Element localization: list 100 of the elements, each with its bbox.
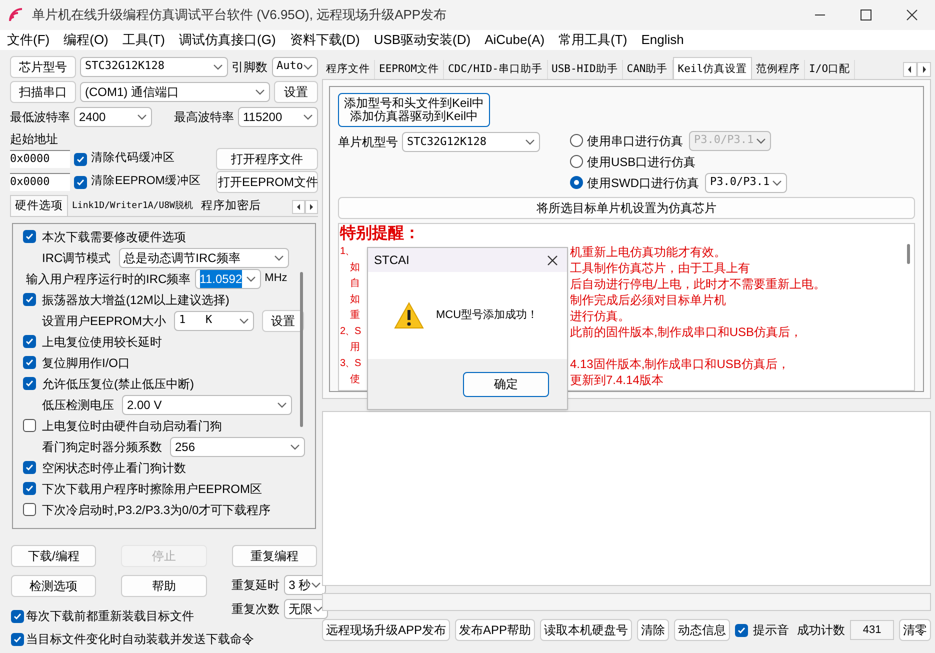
menu-item[interactable]: 文件(F)	[7, 30, 50, 50]
notice-text: 1、	[340, 245, 355, 259]
notice-text: 用	[350, 341, 360, 355]
button[interactable]: 动态信息	[674, 619, 730, 641]
tab[interactable]: USB-HID助手	[548, 60, 623, 79]
chevron-down-icon	[277, 402, 287, 408]
dropdown[interactable]: 256	[170, 436, 305, 456]
checkbox[interactable]	[11, 632, 24, 646]
checkbox[interactable]	[74, 176, 87, 188]
dropdown[interactable]: 1 K	[174, 310, 254, 330]
button[interactable]: 重复编程	[232, 545, 317, 567]
menu-item[interactable]: 常用工具(T)	[558, 30, 628, 50]
option-label: 本次下载需要修改硬件选项	[42, 228, 186, 246]
radio-button[interactable]	[570, 155, 583, 168]
option-label: 允许低压复位(禁止低压中断)	[42, 376, 194, 392]
notice-title: 特别提醒：	[340, 224, 420, 244]
menu-item[interactable]: 工具(T)	[122, 30, 165, 50]
chevron-down-icon	[239, 318, 250, 324]
scrollbar-thumb[interactable]	[907, 244, 910, 264]
dropdown[interactable]: 无限	[284, 599, 328, 619]
notice-text: 后自动进行停电/上电，此时才不需要重新上电。	[570, 276, 826, 292]
address-field[interactable]: 0x0000	[10, 150, 70, 168]
checkmark-icon	[25, 484, 34, 493]
tab[interactable]: Keil仿真设置	[672, 57, 752, 79]
scroll-left-icon[interactable]	[292, 200, 305, 214]
menu-item[interactable]: English	[641, 30, 684, 50]
dropdown[interactable]: (COM1) 通信端口	[80, 82, 270, 102]
button[interactable]: 清除	[637, 619, 670, 641]
maximize-icon[interactable]	[860, 9, 872, 21]
close-icon[interactable]	[906, 9, 918, 21]
set-emulator-chip-button[interactable]: 将所选目标单片机设置为仿真芯片	[338, 197, 915, 219]
button[interactable]: 检测选项	[11, 575, 96, 597]
checkbox[interactable]	[23, 503, 36, 516]
dropdown[interactable]: 11.0592	[194, 268, 261, 288]
dropdown[interactable]: P3.0/P3.1	[705, 172, 787, 192]
scrollbar-thumb[interactable]	[300, 272, 303, 427]
notice-text: 3、S	[340, 357, 361, 371]
button[interactable]: 发布APP帮助	[455, 619, 536, 641]
dropdown[interactable]: 总是动态调节IRC频率	[118, 248, 289, 268]
dropdown[interactable]: STC32G12K128	[402, 132, 540, 152]
button[interactable]: 扫描串口	[10, 80, 76, 102]
scroll-right-icon[interactable]	[917, 62, 931, 77]
checkmark-icon	[25, 463, 34, 472]
option-label: 下次冷启动时,P3.2/P3.3为0/0才可下载程序	[42, 502, 271, 518]
checkbox[interactable]	[23, 461, 36, 474]
button[interactable]: 远程现场升级APP发布	[322, 619, 450, 641]
button[interactable]: 打开EEPROM文件	[216, 171, 318, 193]
tab[interactable]: 硬件选项	[10, 195, 68, 216]
checkbox[interactable]	[735, 624, 748, 636]
label: 使用串口进行仿真	[587, 132, 683, 150]
scroll-right-icon[interactable]	[305, 200, 318, 214]
address-field[interactable]: 0x0000	[10, 173, 70, 191]
checkmark-icon	[25, 337, 34, 346]
checkbox[interactable]	[23, 335, 36, 348]
radio-button[interactable]	[570, 176, 583, 189]
chevron-down-icon	[310, 582, 321, 588]
menu-item[interactable]: 调试仿真接口(G)	[179, 30, 276, 50]
scroll-left-icon[interactable]	[903, 62, 917, 77]
dropdown[interactable]: 3 秒	[284, 575, 326, 595]
notice-text: 工具制作仿真芯片，由于工具上有	[570, 260, 750, 276]
button[interactable]: 设置	[274, 80, 318, 102]
menu-item[interactable]: AiCube(A)	[484, 30, 545, 50]
chevron-down-icon	[312, 606, 323, 612]
ok-button[interactable]: 确定	[463, 372, 549, 396]
menu-item[interactable]: USB驱动安装(D)	[374, 30, 471, 50]
button[interactable]: 清零	[899, 619, 931, 641]
chevron-down-icon	[212, 64, 222, 70]
dropdown[interactable]: 115200	[238, 106, 318, 126]
add-to-keil-button[interactable]: 添加型号和头文件到Keil中 添加仿真器驱动到Keil中	[338, 93, 490, 127]
chevron-down-icon	[274, 254, 284, 260]
dropdown[interactable]: 2.00 V	[122, 394, 292, 414]
chevron-down-icon	[756, 138, 766, 144]
button[interactable]: 帮助	[121, 575, 207, 597]
checkbox[interactable]	[23, 377, 36, 390]
menu-item[interactable]: 资料下载(D)	[290, 30, 360, 50]
checkbox[interactable]	[23, 356, 36, 369]
checkbox[interactable]	[11, 610, 24, 622]
dropdown[interactable]: Auto	[272, 56, 318, 76]
window-title: 单片机在线升级编程仿真调试平台软件 (V6.95O), 远程现场升级APP发布	[32, 6, 447, 24]
label: 当目标文件变化时自动装载并发送下载命令	[26, 631, 254, 648]
button[interactable]: 打开程序文件	[216, 148, 318, 170]
button[interactable]: 下载/编程	[11, 545, 96, 567]
label: 使用SWD口进行仿真	[587, 174, 699, 192]
button[interactable]: 读取本机硬盘号	[540, 619, 632, 641]
checkbox[interactable]	[23, 293, 36, 306]
button[interactable]: 设置	[262, 310, 304, 332]
checkbox[interactable]	[23, 230, 36, 243]
checkbox[interactable]	[23, 482, 36, 495]
chevron-down-icon	[303, 114, 313, 120]
checkbox[interactable]	[74, 152, 87, 166]
button[interactable]: 芯片型号	[10, 56, 76, 78]
dropdown[interactable]: 2400	[74, 106, 152, 126]
notice-text: 制作完成后必须对目标单片机	[570, 292, 726, 308]
option-label: 上电复位使用较长延时	[42, 334, 162, 350]
close-icon[interactable]	[547, 254, 558, 266]
menu-item[interactable]: 编程(O)	[64, 30, 108, 50]
checkmark-icon	[25, 295, 34, 304]
dropdown[interactable]: STC32G12K128	[80, 56, 228, 76]
checkbox[interactable]	[23, 419, 36, 432]
option-label: 低压检测电压	[42, 396, 114, 414]
